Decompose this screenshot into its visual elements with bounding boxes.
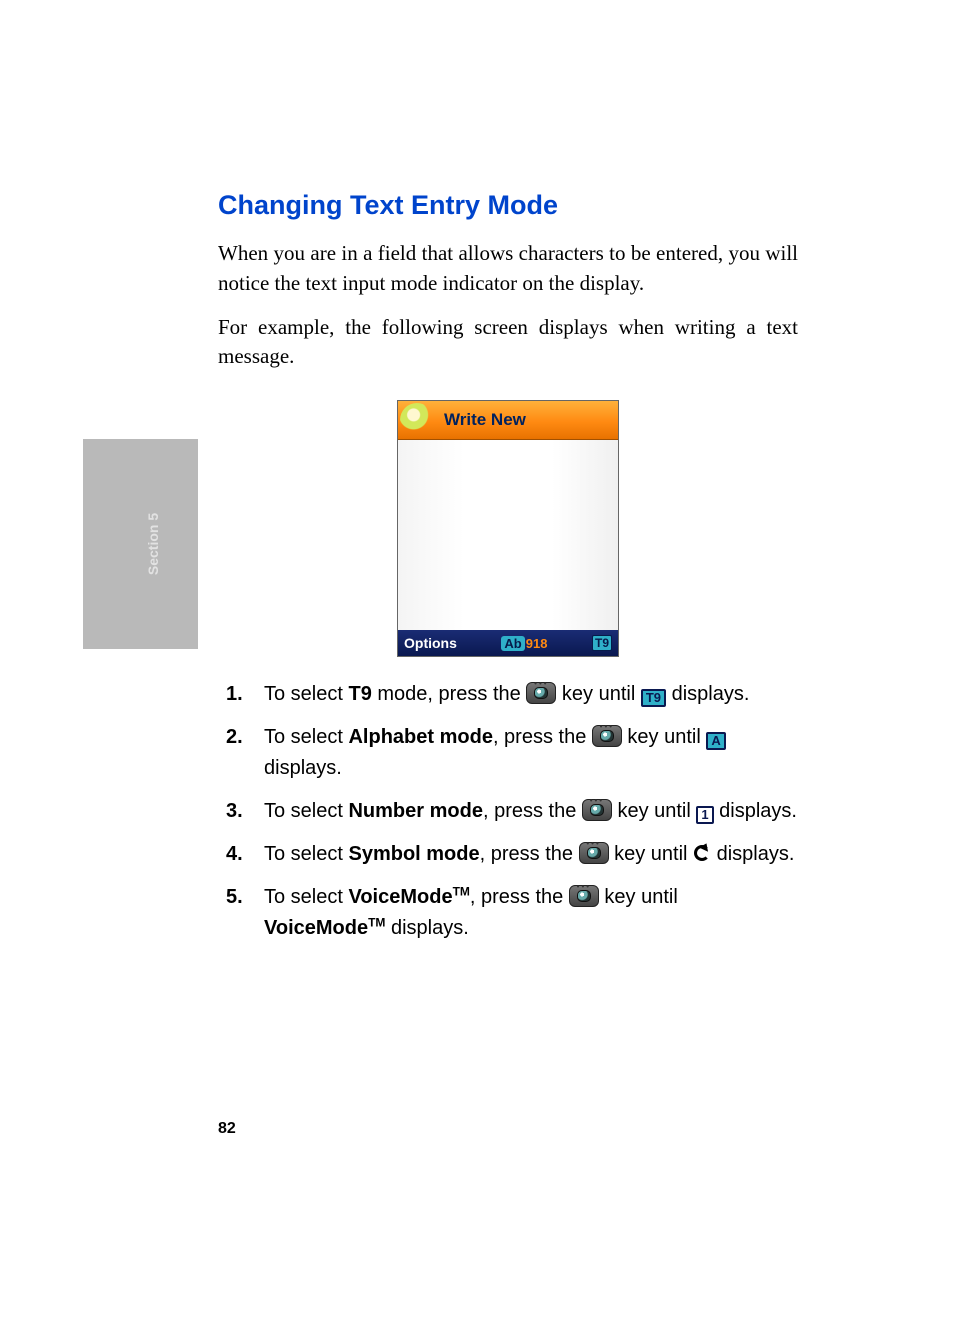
phone-text-area <box>398 440 618 630</box>
key-icon: ••• <box>592 725 622 747</box>
char-count: 918 <box>526 636 548 651</box>
key-icon: ••• <box>569 885 599 907</box>
message-icon <box>400 403 434 437</box>
symbol-mode-icon <box>693 844 711 862</box>
step-5: To select VoiceModeTM, press the ••• key… <box>218 882 798 944</box>
t9-indicator: T9 <box>592 635 612 651</box>
step-3: To select Number mode, press the ••• key… <box>218 796 798 827</box>
t9-mode-icon: T9 <box>641 689 666 707</box>
number-mode-icon: 1 <box>696 806 713 824</box>
phone-title: Write New <box>444 410 526 430</box>
ab-indicator: Ab <box>501 636 524 651</box>
instruction-list: To select T9 mode, press the ••• key unt… <box>218 679 798 944</box>
step-2: To select Alphabet mode, press the ••• k… <box>218 722 798 784</box>
paragraph-2: For example, the following screen displa… <box>218 313 798 373</box>
phone-screenshot: Write New Options Ab918 T9 <box>218 400 798 657</box>
section-tab-label: Section 5 <box>145 513 161 575</box>
options-softkey: Options <box>404 635 457 651</box>
section-tab: Section 5 <box>83 439 198 649</box>
page-number: 82 <box>218 1120 236 1138</box>
step-1: To select T9 mode, press the ••• key unt… <box>218 679 798 710</box>
phone-screen: Write New Options Ab918 T9 <box>397 400 619 657</box>
step-4: To select Symbol mode, press the ••• key… <box>218 839 798 870</box>
key-icon: ••• <box>579 842 609 864</box>
phone-softkey-bar: Options Ab918 T9 <box>398 630 618 656</box>
paragraph-1: When you are in a field that allows char… <box>218 239 798 299</box>
section-heading: Changing Text Entry Mode <box>218 190 798 221</box>
alphabet-mode-icon: A <box>706 732 725 750</box>
key-icon: ••• <box>582 799 612 821</box>
page-content: Changing Text Entry Mode When you are in… <box>218 190 798 956</box>
phone-titlebar: Write New <box>398 401 618 440</box>
input-mode-indicator: Ab918 <box>501 636 547 651</box>
key-icon: ••• <box>526 682 556 704</box>
